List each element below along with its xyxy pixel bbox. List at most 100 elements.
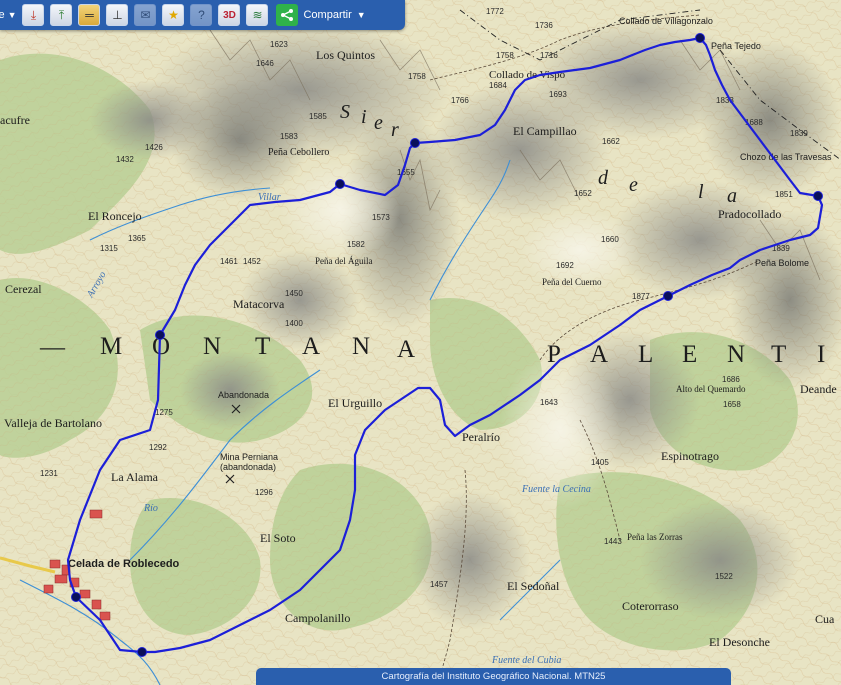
svg-text:1231: 1231 — [40, 469, 58, 478]
svg-text:1877: 1877 — [632, 292, 650, 301]
svg-text:1461: 1461 — [220, 257, 238, 266]
svg-text:1736: 1736 — [535, 21, 553, 30]
region-label: L — [638, 341, 655, 368]
svg-text:1432: 1432 — [116, 155, 134, 164]
svg-text:1585: 1585 — [309, 112, 327, 121]
share-icon — [276, 4, 299, 26]
place-label: Peralrío — [462, 430, 500, 444]
range-label: a — [727, 185, 737, 207]
region-label: A — [397, 336, 417, 363]
peak-label: Peña Tejedo — [711, 41, 761, 51]
route-waypoint[interactable] — [71, 592, 81, 602]
ruler-icon[interactable]: ═ — [78, 4, 101, 26]
upload-icon[interactable]: ⤒ — [50, 4, 73, 26]
peak-label: Peña del Águila — [315, 256, 373, 266]
range-label: e — [629, 174, 638, 196]
share-label: Compartir — [303, 9, 352, 21]
place-label: Matacorva — [233, 297, 285, 311]
svg-text:1573: 1573 — [372, 213, 390, 222]
place-label: Los Quintos — [316, 48, 375, 62]
region-label: E — [682, 341, 699, 368]
svg-text:1646: 1646 — [256, 59, 274, 68]
svg-text:1851: 1851 — [775, 190, 793, 199]
region-label: N — [727, 341, 747, 368]
map-toolbar: le ▼ ⤓ ⤒ ═ ⊥ ✉ ★ ? 3D ≋ Compartir ▼ — [0, 0, 405, 30]
svg-text:1716: 1716 — [540, 51, 558, 60]
svg-text:1400: 1400 — [285, 319, 303, 328]
svg-text:1443: 1443 — [604, 537, 622, 546]
route-waypoint[interactable] — [137, 647, 147, 657]
region-label: A — [302, 333, 322, 360]
svg-text:1772: 1772 — [486, 7, 504, 16]
share-button[interactable]: Compartir ▼ — [276, 4, 366, 26]
svg-text:1758: 1758 — [408, 72, 426, 81]
place-label: El Desonche — [709, 635, 770, 649]
place-label: Cua — [815, 612, 835, 626]
topographic-map[interactable]: Los Quintos Collado de Villagonzalo Peña… — [0, 0, 841, 685]
3d-view-icon[interactable]: 3D — [218, 4, 241, 26]
svg-text:1660: 1660 — [601, 235, 619, 244]
email-icon[interactable]: ✉ — [134, 4, 157, 26]
svg-text:1758: 1758 — [496, 51, 514, 60]
region-label: — — [39, 334, 67, 361]
svg-text:1292: 1292 — [149, 443, 167, 452]
place-label: (abandonada) — [220, 462, 276, 472]
svg-text:1457: 1457 — [430, 580, 448, 589]
svg-text:1365: 1365 — [128, 234, 146, 243]
place-label: Chozo de las Travesas — [740, 152, 832, 162]
place-label: Collado de Villagonzalo — [619, 16, 713, 26]
svg-text:1426: 1426 — [145, 143, 163, 152]
region-label: I — [817, 341, 827, 368]
place-label: Cerezal — [5, 282, 42, 296]
place-label: Deande — [800, 382, 837, 396]
place-label: Abandonada — [218, 390, 269, 400]
region-label: N — [203, 333, 223, 360]
range-label: d — [598, 167, 609, 189]
help-icon[interactable]: ? — [190, 4, 213, 26]
svg-text:1655: 1655 — [397, 168, 415, 177]
peak-label: Alto del Quemardo — [676, 384, 746, 394]
svg-text:1582: 1582 — [347, 240, 365, 249]
chevron-down-icon: ▼ — [356, 10, 366, 20]
route-waypoint[interactable] — [813, 191, 823, 201]
profile-chart-icon[interactable]: ⊥ — [106, 4, 129, 26]
svg-text:1692: 1692 — [556, 261, 574, 270]
svg-text:1452: 1452 — [243, 257, 261, 266]
route-waypoint[interactable] — [410, 138, 420, 148]
place-label: Espinotrago — [661, 449, 719, 463]
spring-label: Fuente la Cecina — [521, 484, 591, 495]
range-label: l — [698, 181, 704, 203]
svg-text:1405: 1405 — [591, 458, 609, 467]
favorite-star-icon[interactable]: ★ — [162, 4, 185, 26]
svg-text:1684: 1684 — [489, 81, 507, 90]
region-label: T — [255, 333, 272, 360]
layers-icon[interactable]: ≋ — [246, 4, 269, 26]
route-waypoint[interactable] — [335, 179, 345, 189]
place-label: Coterorraso — [622, 599, 679, 613]
place-label: La Alama — [111, 470, 159, 484]
svg-text:1583: 1583 — [280, 132, 298, 141]
route-waypoint[interactable] — [663, 291, 673, 301]
place-label: Campolanillo — [285, 611, 350, 625]
place-label: Valleja de Bartolano — [4, 416, 102, 430]
svg-text:1296: 1296 — [255, 488, 273, 497]
chevron-down-icon: ▼ — [7, 10, 17, 20]
stream-label: Río — [143, 503, 158, 514]
svg-text:1693: 1693 — [549, 90, 567, 99]
place-label: El Sedoñal — [507, 579, 560, 593]
route-waypoint[interactable] — [695, 33, 705, 43]
peak-label: Peña las Zorras — [627, 532, 683, 542]
svg-text:1623: 1623 — [270, 40, 288, 49]
svg-text:1315: 1315 — [100, 244, 118, 253]
menu-dropdown[interactable]: le ▼ — [0, 9, 16, 21]
peak-label: Peña del Cuerno — [542, 277, 602, 287]
svg-text:1662: 1662 — [602, 137, 620, 146]
route-waypoint[interactable] — [155, 330, 165, 340]
place-label: El Soto — [260, 531, 296, 545]
spring-label: Fuente del Cubia — [491, 655, 561, 666]
svg-text:1766: 1766 — [451, 96, 469, 105]
svg-text:1686: 1686 — [722, 375, 740, 384]
svg-text:1652: 1652 — [574, 189, 592, 198]
pdf-download-icon[interactable]: ⤓ — [22, 4, 45, 26]
menu-label: le — [0, 9, 5, 21]
